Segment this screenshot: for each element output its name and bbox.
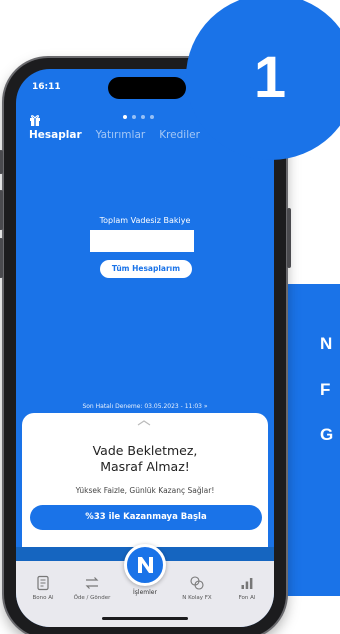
nav-fon-al[interactable]: Fon Al — [221, 575, 273, 601]
page-dot — [123, 115, 127, 119]
all-accounts-button[interactable]: Tüm Hesaplarım — [100, 260, 192, 278]
tab-yatirimlar[interactable]: Yatırımlar — [96, 129, 146, 141]
promo-cta-button[interactable]: %33 ile Kazanmaya Başla — [30, 505, 262, 530]
chevron-up-icon[interactable] — [137, 420, 151, 426]
nav-n-kolay-fx[interactable]: N Kolay FX — [171, 575, 223, 601]
promo-card: Vade Bekletmez, Masraf Almaz! Yüksek Fai… — [22, 413, 268, 547]
page-indicator — [123, 115, 154, 119]
nav-label: N Kolay FX — [182, 595, 212, 601]
transfer-icon — [85, 577, 99, 589]
volume-down-button — [0, 238, 3, 278]
brand-n-icon — [138, 557, 153, 573]
nav-label: Öde / Gönder — [73, 595, 111, 601]
promo-title: Vade Bekletmez, Masraf Almaz! — [22, 443, 268, 475]
side-text-line-1: N — [320, 334, 333, 353]
step-number: 1 — [253, 45, 287, 110]
tab-hesaplar[interactable]: Hesaplar — [29, 129, 82, 141]
balance-label: Toplam Vadesiz Bakiye — [99, 216, 191, 225]
power-button — [287, 208, 291, 268]
promo-stage: N F G 16:11 Hesaplar Yatırımlar Krediler… — [0, 0, 340, 634]
tab-krediler[interactable]: Krediler — [159, 129, 200, 141]
status-time: 16:11 — [32, 82, 61, 92]
account-tabs: Hesaplar Yatırımlar Krediler — [29, 129, 200, 141]
nav-ode-gonder[interactable]: Öde / Gönder — [66, 575, 118, 601]
promo-title-line-1: Vade Bekletmez, — [92, 443, 198, 458]
nav-bono-al[interactable]: Bono Al — [17, 575, 69, 601]
bar-chart-icon — [241, 578, 253, 589]
document-icon — [37, 575, 49, 591]
promo-title-line-2: Masraf Almaz! — [100, 459, 190, 474]
nav-label: Bono Al — [32, 595, 54, 601]
page-dot — [150, 115, 154, 119]
side-text-line-3: G — [320, 425, 334, 444]
page-dot — [141, 115, 145, 119]
side-text-line-2: F — [320, 380, 331, 399]
nav-label: Fon Al — [238, 595, 256, 601]
gift-icon[interactable] — [29, 114, 41, 126]
page-dot — [132, 115, 136, 119]
islemler-button[interactable] — [124, 544, 166, 586]
promo-subtitle: Yüksek Faizle, Günlük Kazanç Sağlar! — [75, 486, 215, 495]
currency-exchange-icon — [190, 576, 204, 590]
dynamic-island — [108, 77, 186, 99]
volume-up-button — [0, 190, 3, 230]
islemler-label: İşlemler — [133, 589, 157, 596]
balance-value-masked — [90, 230, 194, 252]
home-indicator[interactable] — [102, 617, 188, 620]
mute-switch — [0, 150, 3, 174]
last-failed-login[interactable]: Son Hatalı Deneme: 03.05.2023 - 11:03 » — [16, 403, 274, 410]
